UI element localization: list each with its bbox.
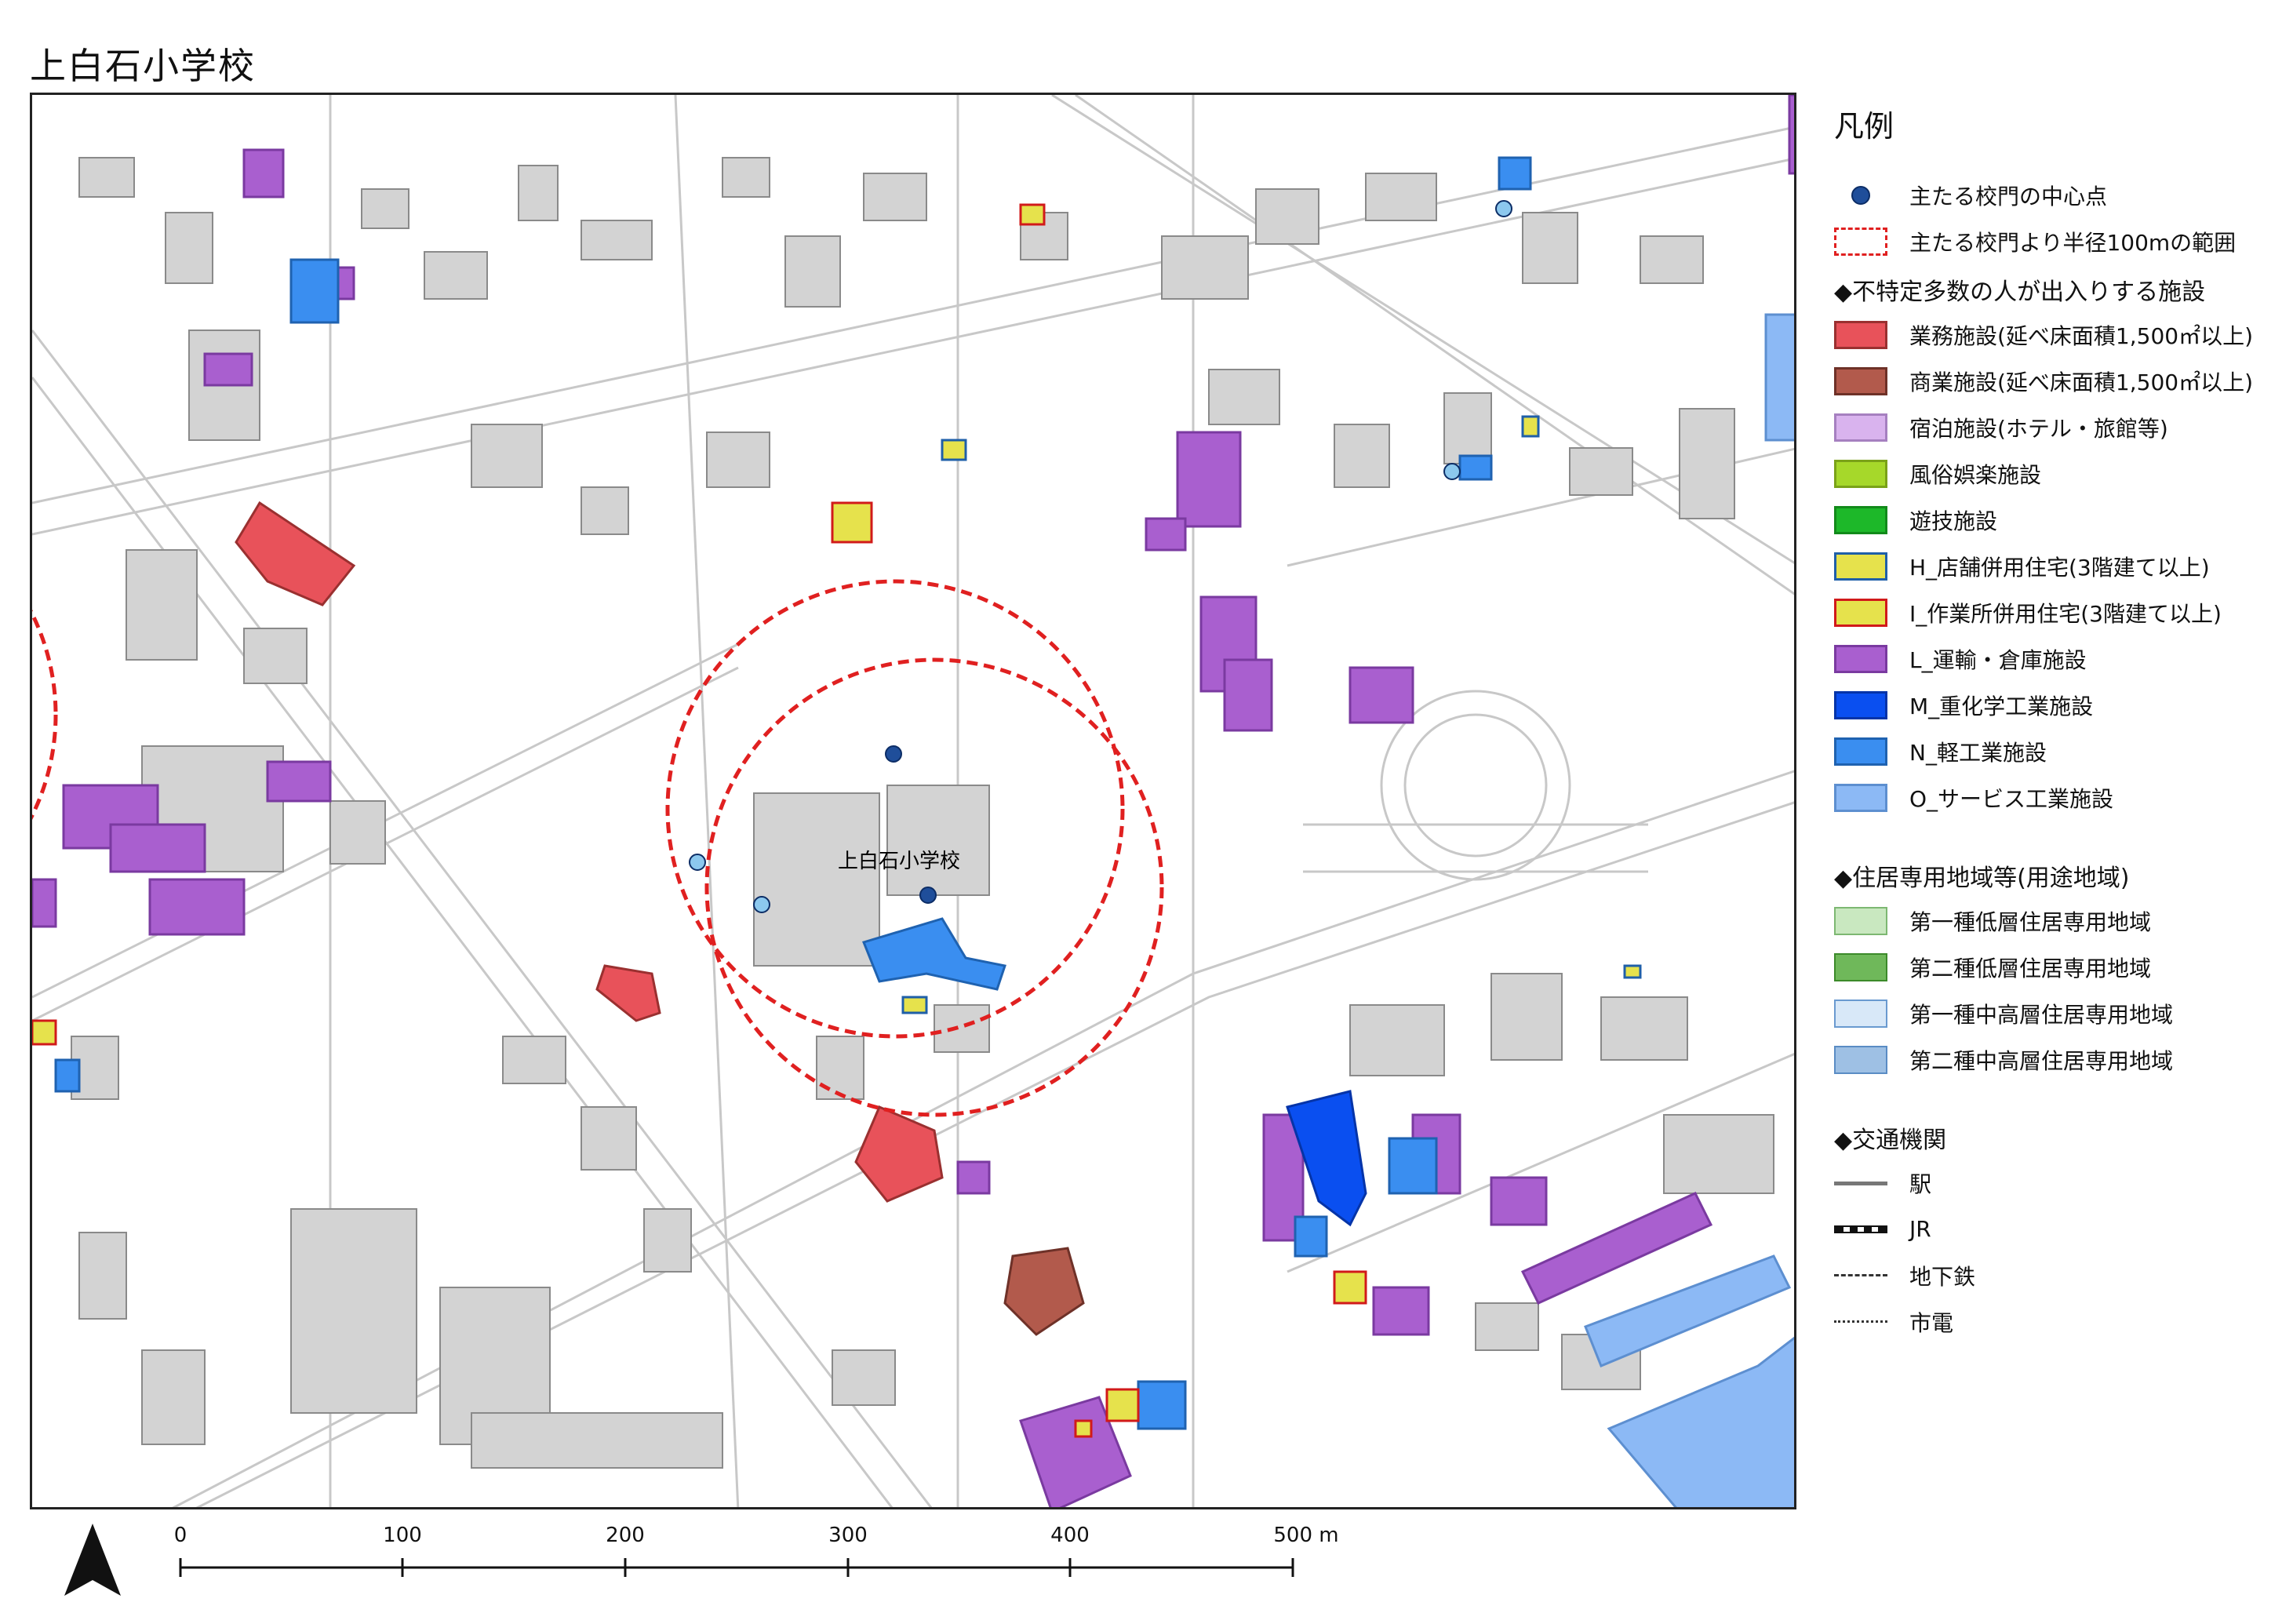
scale-tick-label: 500 m xyxy=(1273,1524,1339,1547)
legend-item-gate-point: 主たる校門の中心点 xyxy=(1834,172,2273,218)
legend-label: 風俗娯楽施設 xyxy=(1909,461,2042,488)
legend-item: 地下鉄 xyxy=(1834,1252,2273,1298)
scale-tick-label: 0 xyxy=(173,1524,187,1547)
school-label: 上白石小学校 xyxy=(838,850,960,873)
legend-label: 主たる校門の中心点 xyxy=(1909,183,2108,209)
gate-point-1 xyxy=(885,745,902,763)
legend-swatch xyxy=(1834,737,1887,766)
legend-label: 地下鉄 xyxy=(1909,1263,1976,1290)
legend-swatch xyxy=(1834,320,1887,349)
legend-item: 宿泊施設(ホテル・旅館等) xyxy=(1834,404,2273,450)
legend-label: H_店舗併用住宅(3階建て以上) xyxy=(1909,554,2210,581)
gate-point-6 xyxy=(1443,463,1461,480)
legend-swatch xyxy=(1834,1045,1887,1074)
facility-list: 業務施設(延べ床面積1,500㎡以上) 商業施設(延べ床面積1,500㎡以上) 宿泊… xyxy=(1834,311,2273,821)
legend-item: 第二種中高層住居専用地域 xyxy=(1834,1036,2273,1083)
legend-item: 遊技施設 xyxy=(1834,497,2273,543)
legend-label: 第一種中高層住居専用地域 xyxy=(1909,1001,2174,1028)
scale-tick-label: 400 xyxy=(1050,1524,1090,1547)
legend-swatch xyxy=(1834,1262,1887,1290)
legend-label: 第二種低層住居専用地域 xyxy=(1909,955,2152,981)
transport-list: 駅 JR 地下鉄市電 xyxy=(1834,1160,2273,1345)
legend-swatch xyxy=(1834,1215,1887,1243)
legend-label: I_作業所併用住宅(3階建て以上) xyxy=(1909,600,2222,627)
legend-swatch xyxy=(1834,366,1887,395)
legend-item: 駅 xyxy=(1834,1160,2273,1206)
legend-label: 商業施設(延べ床面積1,500㎡以上) xyxy=(1909,369,2254,395)
legend-label: 第二種中高層住居専用地域 xyxy=(1909,1047,2174,1074)
map-svg: 上白石小学校 xyxy=(32,95,1794,1507)
legend-item: 市電 xyxy=(1834,1298,2273,1345)
gate-point-4 xyxy=(753,896,770,913)
scale-tick-label: 100 xyxy=(383,1524,422,1547)
legend-item: JR xyxy=(1834,1206,2273,1252)
legend-swatch xyxy=(1834,952,1887,981)
legend-label: 業務施設(延べ床面積1,500㎡以上) xyxy=(1909,322,2254,349)
legend-label: JR xyxy=(1909,1216,1931,1242)
legend-swatch xyxy=(1834,552,1887,581)
radius-symbol xyxy=(1834,227,1887,256)
map-canvas[interactable]: 上白石小学校 xyxy=(30,93,1796,1509)
gate-point-5 xyxy=(1495,200,1512,217)
legend-label: 駅 xyxy=(1909,1171,1932,1197)
legend-label: N_軽工業施設 xyxy=(1909,739,2047,766)
legend-label: M_重化学工業施設 xyxy=(1909,693,2094,719)
legend-item: 第二種低層住居専用地域 xyxy=(1834,944,2273,990)
legend-item: N_軽工業施設 xyxy=(1834,728,2273,774)
map-title: 上白石小学校 xyxy=(30,45,256,87)
legend-section-transport: ◆交通機関 xyxy=(1834,1127,1947,1154)
scale-tick-label: 200 xyxy=(606,1524,645,1547)
legend-label: 第一種低層住居専用地域 xyxy=(1909,908,2152,935)
legend-label: L_運輸・倉庫施設 xyxy=(1909,646,2087,673)
legend-item: 業務施設(延べ床面積1,500㎡以上) xyxy=(1834,311,2273,358)
gate-point-2 xyxy=(919,887,937,904)
generic-buildings xyxy=(71,157,1774,1469)
legend-swatch xyxy=(1834,1169,1887,1197)
residential-list: 第一種低層住居専用地域 第二種低層住居専用地域 第一種中高層住居専用地域 第二種中高層… xyxy=(1834,898,2273,1083)
legend: 凡例 主たる校門の中心点 主たる校門より半径100mの範囲 ◆不特定多数の人が出… xyxy=(1834,102,2273,1345)
legend-swatch xyxy=(1834,1308,1887,1336)
legend-section-residential: ◆住居専用地域等(用途地域) xyxy=(1834,865,2130,892)
legend-item: 風俗娯楽施設 xyxy=(1834,450,2273,497)
legend-item: 第一種中高層住居専用地域 xyxy=(1834,990,2273,1036)
radius-circle-3 xyxy=(32,610,58,820)
legend-item: O_サービス工業施設 xyxy=(1834,774,2273,821)
scale-bar xyxy=(0,1506,1412,1621)
legend-swatch xyxy=(1834,459,1887,488)
legend-item-radius: 主たる校門より半径100mの範囲 xyxy=(1834,218,2273,264)
legend-swatch xyxy=(1834,505,1887,534)
gate-point-3 xyxy=(689,854,706,871)
legend-item: M_重化学工業施設 xyxy=(1834,682,2273,728)
legend-label: 市電 xyxy=(1909,1309,1954,1336)
legend-item: 第一種低層住居専用地域 xyxy=(1834,898,2273,944)
legend-swatch xyxy=(1834,644,1887,673)
legend-item: H_店舗併用住宅(3階建て以上) xyxy=(1834,543,2273,589)
legend-swatch xyxy=(1834,999,1887,1028)
legend-title: 凡例 xyxy=(1834,109,1894,144)
legend-swatch xyxy=(1834,690,1887,719)
legend-swatch xyxy=(1834,598,1887,627)
scale-tick-label: 300 xyxy=(828,1524,868,1547)
legend-item: L_運輸・倉庫施設 xyxy=(1834,635,2273,682)
legend-swatch xyxy=(1834,783,1887,812)
legend-label: 宿泊施設(ホテル・旅館等) xyxy=(1909,415,2168,442)
gate-point-symbol xyxy=(1834,181,1887,209)
legend-label: O_サービス工業施設 xyxy=(1909,785,2114,812)
legend-item: I_作業所併用住宅(3階建て以上) xyxy=(1834,589,2273,635)
legend-label: 遊技施設 xyxy=(1909,508,1998,534)
legend-swatch xyxy=(1834,906,1887,935)
legend-swatch xyxy=(1834,413,1887,442)
legend-item: 商業施設(延べ床面積1,500㎡以上) xyxy=(1834,358,2273,404)
legend-section-facilities: ◆不特定多数の人が出入りする施設 xyxy=(1834,279,2206,306)
legend-label: 主たる校門より半径100mの範囲 xyxy=(1909,229,2237,256)
